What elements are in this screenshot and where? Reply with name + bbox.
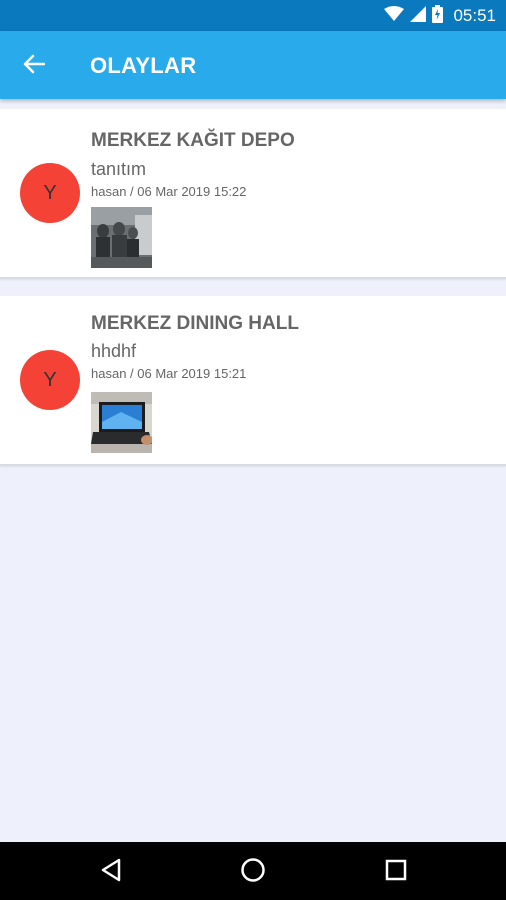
navigation-bar xyxy=(0,842,506,900)
wifi-icon xyxy=(384,5,405,27)
status-bar: 05:51 xyxy=(0,0,506,31)
event-description: tanıtım xyxy=(91,159,147,179)
event-title: MERKEZ KAĞIT DEPO xyxy=(91,130,295,151)
event-card[interactable]: Y MERKEZ DINING HALL hhdhf hasan / 06 Ma… xyxy=(0,296,506,466)
event-meta: hasan / 06 Mar 2019 15:21 xyxy=(91,366,247,381)
nav-back-button[interactable] xyxy=(95,856,127,888)
event-title: MERKEZ DINING HALL xyxy=(91,313,299,334)
avatar: Y xyxy=(20,163,80,223)
signal-icon xyxy=(410,5,427,27)
status-time: 05:51 xyxy=(453,6,496,25)
recents-square-icon xyxy=(385,859,407,886)
back-triangle-icon xyxy=(100,858,122,887)
page-title: OLAYLAR xyxy=(90,53,197,78)
event-card[interactable]: Y MERKEZ KAĞIT DEPO tanıtım hasan / 06 M… xyxy=(0,109,506,279)
event-thumbnail[interactable] xyxy=(91,207,152,268)
nav-recents-button[interactable] xyxy=(380,856,412,888)
arrow-left-icon xyxy=(23,54,46,79)
back-button[interactable] xyxy=(16,48,52,84)
nav-home-button[interactable] xyxy=(237,856,269,888)
event-description: hhdhf xyxy=(91,341,137,361)
event-thumbnail[interactable] xyxy=(91,392,152,453)
home-circle-icon xyxy=(240,857,266,888)
status-icons: 05:51 xyxy=(384,4,496,28)
event-meta: hasan / 06 Mar 2019 15:22 xyxy=(91,184,247,199)
avatar: Y xyxy=(20,350,80,410)
battery-icon xyxy=(432,4,444,28)
app-bar: OLAYLAR xyxy=(0,31,506,99)
